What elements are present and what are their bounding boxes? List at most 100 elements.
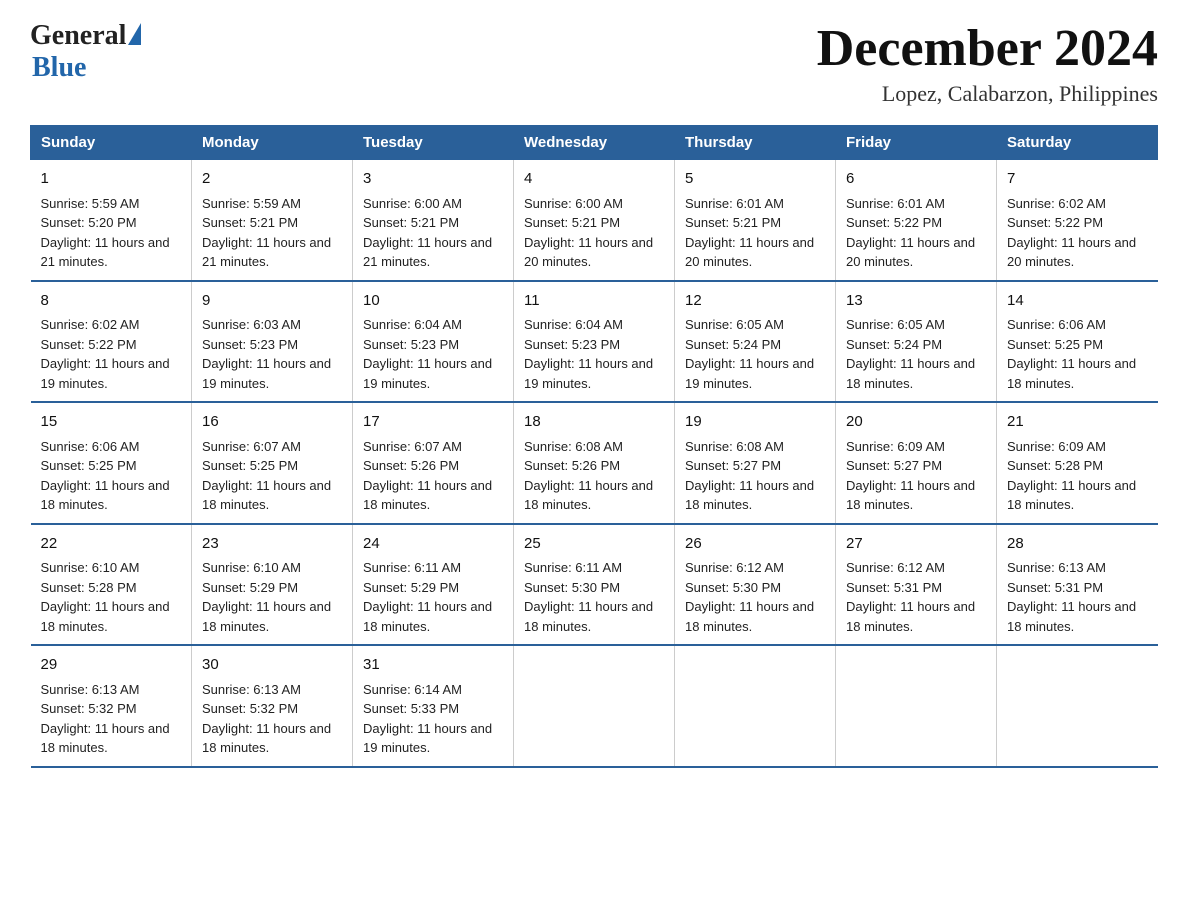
day-number: 4 [524,168,664,191]
calendar-day-cell: 22Sunrise: 6:10 AMSunset: 5:28 PMDayligh… [31,524,192,646]
day-info: Sunrise: 6:07 AMSunset: 5:25 PMDaylight:… [202,437,342,515]
day-info: Sunrise: 6:04 AMSunset: 5:23 PMDaylight:… [363,315,503,393]
calendar-day-cell [514,645,675,767]
day-number: 26 [685,533,825,556]
day-info: Sunrise: 6:13 AMSunset: 5:32 PMDaylight:… [202,680,342,758]
day-info: Sunrise: 6:13 AMSunset: 5:31 PMDaylight:… [1007,558,1148,636]
calendar-header-friday: Friday [836,126,997,160]
day-info: Sunrise: 6:07 AMSunset: 5:26 PMDaylight:… [363,437,503,515]
day-number: 10 [363,290,503,313]
day-number: 22 [41,533,182,556]
calendar-day-cell: 6 Sunrise: 6:01 AMSunset: 5:22 PMDaylight… [836,160,997,281]
day-info: Sunrise: 6:03 AMSunset: 5:23 PMDaylight:… [202,315,342,393]
day-info: Sunrise: 6:11 AMSunset: 5:29 PMDaylight:… [363,558,503,636]
day-number: 18 [524,411,664,434]
month-title: December 2024 [817,20,1158,77]
day-info: Sunrise: 6:00 AMSunset: 5:21 PMDaylight:… [524,194,664,272]
calendar-day-cell: 30 Sunrise: 6:13 AMSunset: 5:32 PMDayligh… [192,645,353,767]
calendar-day-cell: 12Sunrise: 6:05 AMSunset: 5:24 PMDayligh… [675,281,836,403]
calendar-day-cell: 8Sunrise: 6:02 AMSunset: 5:22 PMDaylight… [31,281,192,403]
calendar-header-wednesday: Wednesday [514,126,675,160]
calendar-day-cell [675,645,836,767]
day-info: Sunrise: 6:05 AMSunset: 5:24 PMDaylight:… [846,315,986,393]
logo-blue-text: Blue [32,52,86,83]
day-info: Sunrise: 6:02 AMSunset: 5:22 PMDaylight:… [41,315,182,393]
day-number: 24 [363,533,503,556]
calendar-day-cell: 13Sunrise: 6:05 AMSunset: 5:24 PMDayligh… [836,281,997,403]
day-number: 28 [1007,533,1148,556]
day-number: 1 [41,168,182,191]
calendar-week-row: 22Sunrise: 6:10 AMSunset: 5:28 PMDayligh… [31,524,1158,646]
calendar-day-cell: 14Sunrise: 6:06 AMSunset: 5:25 PMDayligh… [997,281,1158,403]
day-info: Sunrise: 6:06 AMSunset: 5:25 PMDaylight:… [41,437,182,515]
calendar-day-cell: 17 Sunrise: 6:07 AMSunset: 5:26 PMDayligh… [353,402,514,524]
calendar-day-cell: 3 Sunrise: 6:00 AMSunset: 5:21 PMDaylight… [353,160,514,281]
logo-triangle-icon [128,23,141,45]
calendar-week-row: 8Sunrise: 6:02 AMSunset: 5:22 PMDaylight… [31,281,1158,403]
day-info: Sunrise: 6:09 AMSunset: 5:27 PMDaylight:… [846,437,986,515]
calendar-day-cell: 15Sunrise: 6:06 AMSunset: 5:25 PMDayligh… [31,402,192,524]
day-number: 27 [846,533,986,556]
day-number: 23 [202,533,342,556]
calendar-day-cell: 16 Sunrise: 6:07 AMSunset: 5:25 PMDayligh… [192,402,353,524]
day-number: 30 [202,654,342,677]
calendar-header-row: SundayMondayTuesdayWednesdayThursdayFrid… [31,126,1158,160]
calendar-header-sunday: Sunday [31,126,192,160]
calendar-header-tuesday: Tuesday [353,126,514,160]
day-number: 8 [41,290,182,313]
header: General Blue December 2024 Lopez, Calaba… [30,20,1158,107]
calendar-day-cell: 31Sunrise: 6:14 AMSunset: 5:33 PMDayligh… [353,645,514,767]
day-number: 9 [202,290,342,313]
day-number: 6 [846,168,986,191]
calendar-day-cell: 19Sunrise: 6:08 AMSunset: 5:27 PMDayligh… [675,402,836,524]
calendar-day-cell: 23Sunrise: 6:10 AMSunset: 5:29 PMDayligh… [192,524,353,646]
calendar-day-cell: 11Sunrise: 6:04 AMSunset: 5:23 PMDayligh… [514,281,675,403]
title-area: December 2024 Lopez, Calabarzon, Philipp… [817,20,1158,107]
day-number: 17 [363,411,503,434]
day-info: Sunrise: 6:00 AMSunset: 5:21 PMDaylight:… [363,194,503,272]
day-info: Sunrise: 6:01 AMSunset: 5:22 PMDaylight:… [846,194,986,272]
day-info: Sunrise: 6:12 AMSunset: 5:31 PMDaylight:… [846,558,986,636]
calendar-day-cell: 18 Sunrise: 6:08 AMSunset: 5:26 PMDayligh… [514,402,675,524]
calendar-week-row: 15Sunrise: 6:06 AMSunset: 5:25 PMDayligh… [31,402,1158,524]
calendar-day-cell: 20 Sunrise: 6:09 AMSunset: 5:27 PMDayligh… [836,402,997,524]
day-number: 16 [202,411,342,434]
day-info: Sunrise: 6:05 AMSunset: 5:24 PMDaylight:… [685,315,825,393]
logo-general-text: General [30,20,126,52]
calendar-day-cell: 2 Sunrise: 5:59 AMSunset: 5:21 PMDaylight… [192,160,353,281]
day-number: 11 [524,290,664,313]
day-number: 5 [685,168,825,191]
location-subtitle: Lopez, Calabarzon, Philippines [817,81,1158,107]
calendar-header-monday: Monday [192,126,353,160]
day-info: Sunrise: 6:14 AMSunset: 5:33 PMDaylight:… [363,680,503,758]
calendar-day-cell: 24Sunrise: 6:11 AMSunset: 5:29 PMDayligh… [353,524,514,646]
day-number: 7 [1007,168,1148,191]
calendar-day-cell: 28Sunrise: 6:13 AMSunset: 5:31 PMDayligh… [997,524,1158,646]
day-info: Sunrise: 5:59 AMSunset: 5:21 PMDaylight:… [202,194,342,272]
calendar-day-cell: 9Sunrise: 6:03 AMSunset: 5:23 PMDaylight… [192,281,353,403]
day-info: Sunrise: 6:12 AMSunset: 5:30 PMDaylight:… [685,558,825,636]
day-info: Sunrise: 6:10 AMSunset: 5:28 PMDaylight:… [41,558,182,636]
day-info: Sunrise: 6:10 AMSunset: 5:29 PMDaylight:… [202,558,342,636]
day-number: 14 [1007,290,1148,313]
day-info: Sunrise: 6:09 AMSunset: 5:28 PMDaylight:… [1007,437,1148,515]
day-info: Sunrise: 6:02 AMSunset: 5:22 PMDaylight:… [1007,194,1148,272]
calendar-table: SundayMondayTuesdayWednesdayThursdayFrid… [30,125,1158,768]
day-number: 20 [846,411,986,434]
calendar-day-cell: 10Sunrise: 6:04 AMSunset: 5:23 PMDayligh… [353,281,514,403]
day-number: 3 [363,168,503,191]
day-info: Sunrise: 6:08 AMSunset: 5:26 PMDaylight:… [524,437,664,515]
calendar-day-cell: 25Sunrise: 6:11 AMSunset: 5:30 PMDayligh… [514,524,675,646]
calendar-day-cell: 7 Sunrise: 6:02 AMSunset: 5:22 PMDaylight… [997,160,1158,281]
day-number: 2 [202,168,342,191]
day-number: 13 [846,290,986,313]
calendar-day-cell [997,645,1158,767]
calendar-week-row: 1Sunrise: 5:59 AMSunset: 5:20 PMDaylight… [31,160,1158,281]
day-info: Sunrise: 6:13 AMSunset: 5:32 PMDaylight:… [41,680,182,758]
calendar-day-cell: 26Sunrise: 6:12 AMSunset: 5:30 PMDayligh… [675,524,836,646]
calendar-day-cell: 5 Sunrise: 6:01 AMSunset: 5:21 PMDaylight… [675,160,836,281]
day-info: Sunrise: 6:06 AMSunset: 5:25 PMDaylight:… [1007,315,1148,393]
day-info: Sunrise: 6:01 AMSunset: 5:21 PMDaylight:… [685,194,825,272]
calendar-day-cell: 1Sunrise: 5:59 AMSunset: 5:20 PMDaylight… [31,160,192,281]
day-info: Sunrise: 6:04 AMSunset: 5:23 PMDaylight:… [524,315,664,393]
